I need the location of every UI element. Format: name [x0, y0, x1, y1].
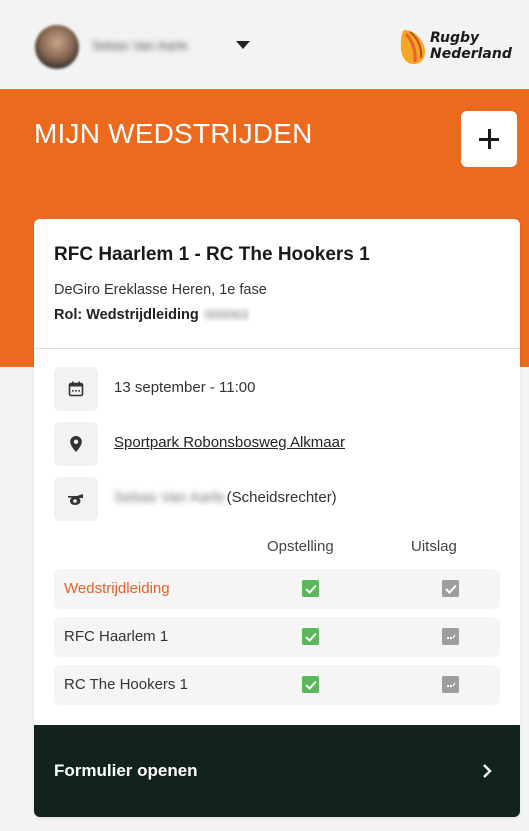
- role-line: Rol: Wedstrijdleiding 000063: [54, 307, 248, 323]
- result-checked-icon: [442, 580, 459, 597]
- chevron-right-icon: [483, 764, 492, 778]
- role-label: Rol: Wedstrijdleiding: [54, 307, 199, 323]
- match-title: RFC Haarlem 1 - RC The Hookers 1: [54, 244, 370, 265]
- logo-line-1: Rugby: [430, 30, 480, 46]
- status-row-away-team[interactable]: RC The Hookers 1: [54, 665, 500, 705]
- match-date: 13 september - 11:00: [114, 379, 256, 396]
- status-row-label: Wedstrijdleiding: [64, 580, 170, 597]
- logo-wordmark: Rugby Nederland: [430, 30, 512, 62]
- match-card: RFC Haarlem 1 - RC The Hookers 1 DeGiro …: [34, 219, 520, 817]
- avatar[interactable]: [35, 25, 79, 69]
- whistle-icon: [68, 494, 83, 505]
- status-row-label: RC The Hookers 1: [64, 676, 188, 693]
- col-lineup-header: Opstelling: [267, 538, 334, 555]
- status-row-wedstrijdleiding[interactable]: Wedstrijdleiding: [54, 569, 500, 609]
- lineup-checked-icon: [302, 628, 319, 645]
- rugby-ball-logo-icon: [400, 30, 425, 64]
- open-form-label: Formulier openen: [54, 761, 198, 780]
- calendar-icon-box: [54, 367, 98, 411]
- lineup-checked-icon: [302, 676, 319, 693]
- plus-icon-bar: [479, 137, 499, 141]
- add-match-button[interactable]: [461, 111, 517, 167]
- card-divider: [34, 348, 520, 349]
- page-title: MIJN WEDSTRIJDEN: [34, 118, 313, 149]
- rugby-nederland-logo: Rugby Nederland: [398, 24, 512, 70]
- official-name: Sebas Van Aarle: [114, 489, 225, 506]
- logo-line-2: Nederland: [430, 46, 512, 62]
- venue-link[interactable]: Sportpark Robonsbosweg Alkmaar: [114, 434, 345, 451]
- user-name[interactable]: Sebas Van Aarle: [92, 38, 224, 54]
- col-result-header: Uitslag: [411, 538, 457, 555]
- result-pending-icon: [442, 628, 459, 645]
- official-info: Sebas Van Aarle (Scheidsrechter): [114, 489, 337, 506]
- competition-name: DeGiro Ereklasse Heren, 1e fase: [54, 282, 267, 298]
- role-id: 000063: [204, 307, 249, 322]
- status-row-home-team[interactable]: RFC Haarlem 1: [54, 617, 500, 657]
- open-form-button[interactable]: Formulier openen: [34, 725, 520, 817]
- result-pending-icon: [442, 676, 459, 693]
- calendar-icon: [68, 381, 84, 397]
- top-bar: Sebas Van Aarle Rugby Nederland: [0, 0, 529, 89]
- location-pin-icon: [70, 436, 82, 452]
- official-role: (Scheidsrechter): [226, 489, 337, 506]
- lineup-checked-icon: [302, 580, 319, 597]
- whistle-icon-box: [54, 477, 98, 521]
- location-icon-box: [54, 422, 98, 466]
- status-row-label: RFC Haarlem 1: [64, 628, 169, 645]
- caret-down-icon[interactable]: [236, 41, 250, 49]
